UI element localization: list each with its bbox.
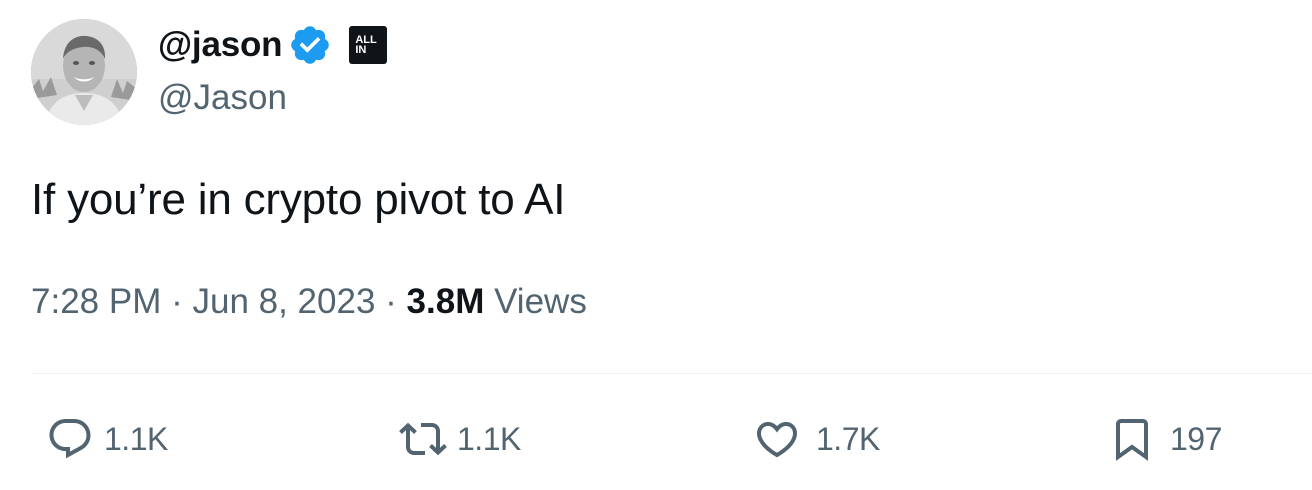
- author-name-row: @jason ALL IN: [158, 21, 388, 69]
- affiliate-badge[interactable]: ALL IN: [349, 26, 388, 64]
- meta-separator: ·: [171, 282, 183, 321]
- heart-icon: [750, 415, 804, 463]
- repost-count: 1.1K: [457, 420, 521, 457]
- views-label: Views: [494, 282, 587, 321]
- author-display-name[interactable]: @jason: [158, 22, 283, 68]
- bookmark-count: 197: [1170, 420, 1222, 457]
- repost-button[interactable]: 1.1K: [395, 404, 521, 474]
- tweet-time[interactable]: 7:28 PM: [31, 282, 161, 321]
- verified-badge-icon[interactable]: [286, 21, 334, 69]
- tweet-date[interactable]: Jun 8, 2023: [192, 282, 375, 321]
- like-button[interactable]: 1.7K: [750, 404, 880, 474]
- divider: [31, 373, 1312, 374]
- avatar[interactable]: [31, 19, 137, 125]
- reply-button[interactable]: 1.1K: [46, 404, 168, 474]
- tweet: @jason ALL IN @Jason If you’re in crypto…: [0, 0, 1312, 490]
- bookmark-button[interactable]: 197: [1108, 404, 1222, 474]
- views-count[interactable]: 3.8M: [407, 282, 485, 321]
- avatar-photo: [31, 19, 137, 125]
- tweet-meta: 7:28 PM · Jun 8, 2023 · 3.8M Views: [31, 278, 587, 326]
- author-handle[interactable]: @Jason: [158, 76, 287, 120]
- repost-icon: [395, 415, 451, 463]
- reply-count: 1.1K: [104, 420, 168, 457]
- action-bar: 1.1K 1.1K 1.7K 197: [0, 404, 1312, 474]
- meta-separator: ·: [385, 282, 397, 321]
- tweet-text: If you’re in crypto pivot to AI: [31, 175, 566, 224]
- affiliate-badge-text: ALL IN: [355, 34, 377, 56]
- like-count: 1.7K: [816, 420, 880, 457]
- reply-icon: [46, 415, 94, 463]
- bookmark-icon: [1108, 411, 1156, 467]
